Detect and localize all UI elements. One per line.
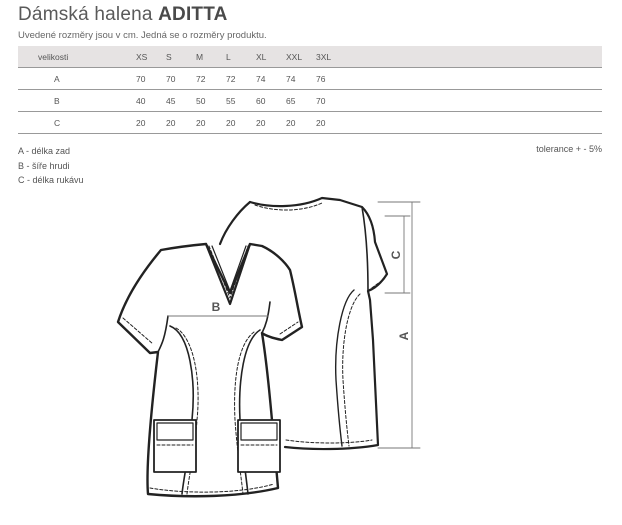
garment-diagram: B C A: [116, 196, 421, 498]
label-b: B: [212, 300, 221, 314]
label-a: A: [397, 331, 411, 340]
label-c: C: [389, 250, 403, 259]
